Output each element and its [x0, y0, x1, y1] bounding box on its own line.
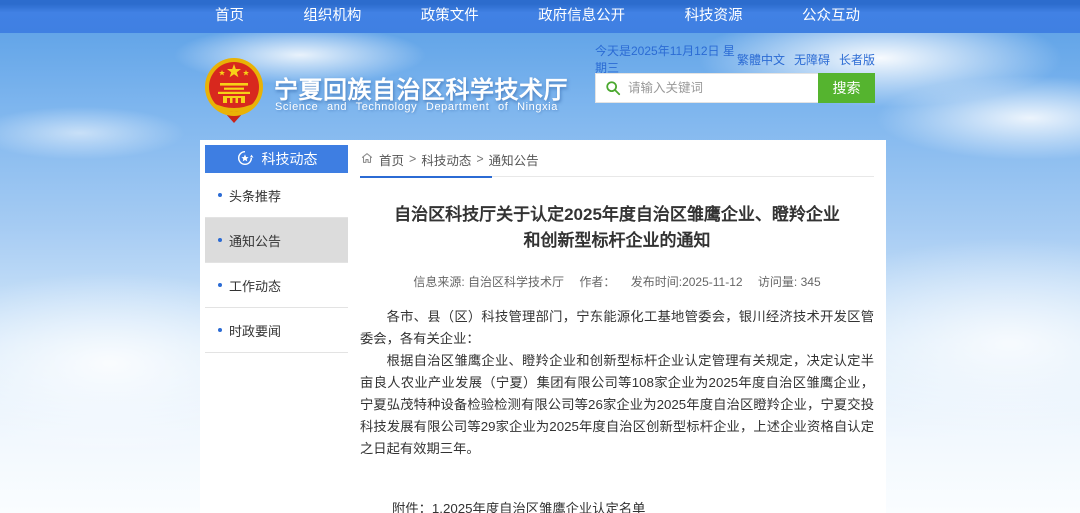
- nav-item-gov-info[interactable]: 政府信息公开: [528, 0, 635, 33]
- bullet-dot: [218, 193, 222, 197]
- home-icon: [360, 151, 374, 168]
- nav-item-policy[interactable]: 政策文件: [411, 0, 489, 33]
- article-paragraph: 各市、县（区）科技管理部门，宁东能源化工基地管委会，银川经济技术开发区管委会，各…: [360, 306, 874, 350]
- nav-item-resources[interactable]: 科技资源: [675, 0, 753, 33]
- sidebar: 科技动态 头条推荐 通知公告 工作动态 时政要闻: [205, 145, 348, 353]
- meta-visits: 访问量: 345: [758, 275, 821, 289]
- bullet-dot: [218, 328, 222, 332]
- breadcrumb-separator: >: [476, 152, 483, 166]
- sidebar-item-notices[interactable]: 通知公告: [205, 218, 348, 263]
- top-navigation: 首页 组织机构 政策文件 政府信息公开 科技资源 公众互动: [0, 0, 1080, 33]
- current-date-text: 今天是2025年11月12日 星期三: [595, 42, 737, 76]
- link-elder-version[interactable]: 长者版: [839, 51, 875, 68]
- search-input[interactable]: [628, 75, 818, 101]
- bullet-dot: [218, 238, 222, 242]
- breadcrumb-separator: >: [409, 152, 416, 166]
- link-accessibility[interactable]: 无障碍: [794, 51, 830, 68]
- nav-item-interaction[interactable]: 公众互动: [792, 0, 870, 33]
- attachment-link-1[interactable]: 1.2025年度自治区雏鹰企业认定名单: [432, 496, 685, 513]
- site-title: 宁夏回族自治区科学技术厅: [274, 70, 564, 105]
- article-meta: 信息来源: 自治区科学技术厅 作者： 发布时间:2025-11-12 访问量: …: [360, 273, 874, 290]
- star-circle-icon: [236, 149, 254, 170]
- sidebar-item-headlines[interactable]: 头条推荐: [205, 173, 348, 218]
- search-icon: [596, 80, 628, 96]
- attachments-list: 1.2025年度自治区雏鹰企业认定名单 2.2025年度自治区瞪羚企业认定名单 …: [432, 496, 685, 513]
- nav-item-organization[interactable]: 组织机构: [293, 0, 371, 33]
- breadcrumb-section[interactable]: 科技动态: [421, 150, 471, 169]
- article-area: 首页 > 科技动态 > 通知公告 自治区科技厅关于认定2025年度自治区雏鹰企业…: [360, 148, 874, 513]
- nav-menu: 首页 组织机构 政策文件 政府信息公开 科技资源 公众互动: [205, 0, 870, 33]
- topbar: 今天是2025年11月12日 星期三 繁體中文 无障碍 长者版: [595, 51, 875, 67]
- link-traditional-chinese[interactable]: 繁體中文: [737, 51, 785, 68]
- sidebar-item-label: 时政要闻: [229, 321, 281, 340]
- content-panel: 科技动态 头条推荐 通知公告 工作动态 时政要闻: [200, 140, 886, 513]
- article-body: 各市、县（区）科技管理部门，宁东能源化工基地管委会，银川经济技术开发区管委会，各…: [360, 306, 874, 460]
- attachments: 附件： 1.2025年度自治区雏鹰企业认定名单 2.2025年度自治区瞪羚企业认…: [360, 496, 874, 513]
- sidebar-item-politics-news[interactable]: 时政要闻: [205, 308, 348, 353]
- site-subtitle-en: Science and Technology Department of Nin…: [275, 101, 543, 113]
- sidebar-item-label: 通知公告: [229, 231, 281, 250]
- sidebar-item-label: 头条推荐: [229, 186, 281, 205]
- meta-publish-time: 发布时间:2025-11-12: [631, 275, 743, 289]
- article-title-line: 和创新型标杆企业的通知: [360, 228, 874, 254]
- nav-item-home[interactable]: 首页: [205, 0, 254, 33]
- breadcrumb-home[interactable]: 首页: [379, 150, 404, 169]
- sidebar-header: 科技动态: [205, 145, 348, 173]
- search-button[interactable]: 搜索: [818, 73, 875, 103]
- bullet-dot: [218, 283, 222, 287]
- breadcrumb-current[interactable]: 通知公告: [489, 150, 539, 169]
- meta-source: 信息来源: 自治区科学技术厅: [413, 275, 564, 289]
- meta-author: 作者：: [579, 275, 615, 289]
- sidebar-item-work-news[interactable]: 工作动态: [205, 263, 348, 308]
- breadcrumb-divider: [360, 176, 874, 177]
- sidebar-title: 科技动态: [262, 149, 318, 169]
- article-title-line: 自治区科技厅关于认定2025年度自治区雏鹰企业、瞪羚企业: [360, 202, 874, 228]
- breadcrumb: 首页 > 科技动态 > 通知公告: [360, 148, 874, 170]
- page: 首页 组织机构 政策文件 政府信息公开 科技资源 公众互动 宁: [0, 0, 1080, 513]
- national-emblem-icon: [203, 57, 265, 125]
- attachments-label: 附件：: [392, 496, 432, 513]
- search-bar: 搜索: [595, 73, 875, 103]
- article-paragraph: 根据自治区雏鹰企业、瞪羚企业和创新型标杆企业认定管理有关规定，决定认定半亩良人农…: [360, 350, 874, 460]
- article-title: 自治区科技厅关于认定2025年度自治区雏鹰企业、瞪羚企业 和创新型标杆企业的通知: [360, 202, 874, 254]
- topbar-links: 繁體中文 无障碍 长者版: [737, 51, 875, 68]
- sidebar-item-label: 工作动态: [229, 276, 281, 295]
